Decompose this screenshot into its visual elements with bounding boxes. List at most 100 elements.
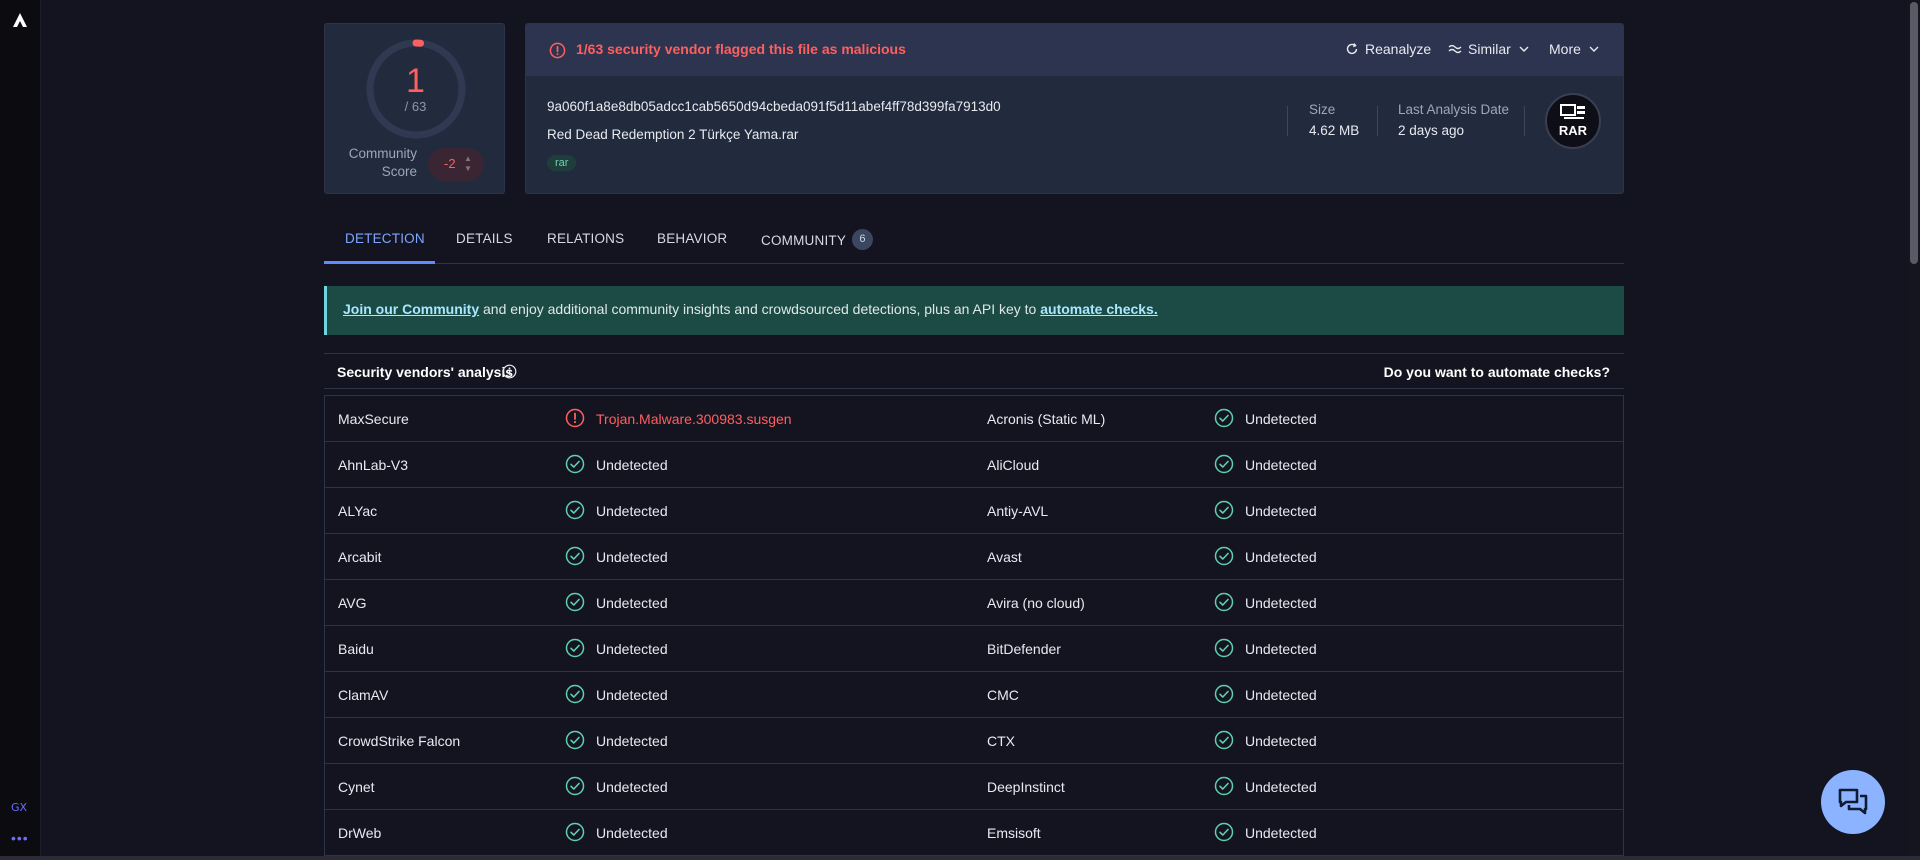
meta-divider xyxy=(1287,106,1288,136)
vendor-result: Undetected xyxy=(596,825,668,841)
vendor-row: ClamAV Undetected CMC Undetected xyxy=(325,672,1623,718)
vendor-result: Undetected xyxy=(1245,503,1317,519)
check-circle-icon xyxy=(565,638,585,658)
tab-details[interactable]: DETAILS xyxy=(456,231,513,263)
size-label: Size xyxy=(1309,102,1336,117)
vendor-result: Undetected xyxy=(1245,641,1317,657)
vendor-row: DrWeb Undetected Emsisoft Undetected xyxy=(325,810,1623,856)
file-name: Red Dead Redemption 2 Türkçe Yama.rar xyxy=(547,127,799,142)
vendor-result: Undetected xyxy=(1245,733,1317,749)
vendor-name: DrWeb xyxy=(338,825,382,841)
more-dots-icon[interactable]: ••• xyxy=(11,831,29,845)
vendors-table: MaxSecure Trojan.Malware.300983.susgen Acr… xyxy=(324,395,1624,860)
vendor-result: Undetected xyxy=(1245,549,1317,565)
tab-behavior[interactable]: BEHAVIOR xyxy=(657,231,727,263)
chat-button[interactable] xyxy=(1821,770,1885,834)
file-hash[interactable]: 9a060f1a8e8db05adcc1cab5650d94cbeda091f5… xyxy=(547,99,1001,114)
total-vendors: / 63 xyxy=(404,99,427,114)
check-circle-icon xyxy=(565,546,585,566)
vendor-name: ClamAV xyxy=(338,687,389,703)
vendor-name: CrowdStrike Falcon xyxy=(338,733,461,749)
file-type-badge: RAR xyxy=(1545,93,1601,149)
automate-checks-link[interactable]: automate checks. xyxy=(1040,301,1158,317)
tab-detection[interactable]: DETECTION xyxy=(345,231,425,263)
info-icon[interactable] xyxy=(502,364,517,379)
banner-middle-text: and enjoy additional community insights … xyxy=(479,301,1041,317)
check-circle-icon xyxy=(1214,822,1234,842)
check-circle-icon xyxy=(1214,684,1234,704)
vendor-result: Undetected xyxy=(596,779,668,795)
tab-community[interactable]: COMMUNITY 6 xyxy=(761,229,874,263)
archive-icon xyxy=(1560,104,1585,119)
vendor-row: CrowdStrike Falcon Undetected CTX Undetecte… xyxy=(325,718,1623,764)
last-analysis-value: 2 days ago xyxy=(1398,123,1465,138)
check-circle-icon xyxy=(1214,546,1234,566)
check-circle-icon xyxy=(565,684,585,704)
detection-score-card: 1 / 63 Community Score -2 ▲ ▼ xyxy=(324,23,505,194)
size-value: 4.62 MB xyxy=(1309,123,1360,138)
check-circle-icon xyxy=(565,776,585,796)
vendor-result[interactable]: Trojan.Malware.300983.susgen xyxy=(596,411,792,427)
vendor-result: Undetected xyxy=(596,595,668,611)
page-bottom-edge xyxy=(0,856,1920,860)
file-alert-header: 1/63 security vendor flagged this file a… xyxy=(526,24,1623,76)
more-dropdown[interactable]: More xyxy=(1549,41,1601,57)
check-circle-icon xyxy=(565,730,585,750)
community-score-stepper[interactable]: -2 ▲ ▼ xyxy=(428,148,484,181)
check-circle-icon xyxy=(1214,730,1234,750)
vendor-result: Undetected xyxy=(596,503,668,519)
similar-dropdown[interactable]: Similar xyxy=(1448,41,1531,57)
automate-checks-link[interactable]: Do you want to automate checks? xyxy=(1384,364,1610,380)
tab-relations[interactable]: RELATIONS xyxy=(547,231,624,263)
vendor-name: Avast xyxy=(987,549,1022,565)
vendor-name: MaxSecure xyxy=(338,411,409,427)
vendor-result: Undetected xyxy=(596,733,668,749)
check-circle-icon xyxy=(1214,408,1234,428)
vendor-result: Undetected xyxy=(1245,595,1317,611)
vendor-name: Antiy-AVL xyxy=(987,503,1049,519)
check-circle-icon xyxy=(565,592,585,612)
vendor-name: BitDefender xyxy=(987,641,1061,657)
vendor-row: Cynet Undetected DeepInstinct Undetected xyxy=(325,764,1623,810)
active-tab-indicator xyxy=(324,261,435,264)
report-tabs: DETECTION DETAILS RELATIONS BEHAVIOR COM… xyxy=(324,225,1624,264)
scrollbar-thumb[interactable] xyxy=(1910,2,1918,264)
vendor-row: Arcabit Undetected Avast Undetected xyxy=(325,534,1623,580)
vendor-result: Undetected xyxy=(596,641,668,657)
alert-circle-icon xyxy=(549,42,566,59)
detections-count: 1 xyxy=(406,62,425,100)
vendor-name: CMC xyxy=(987,687,1019,703)
vendor-result: Undetected xyxy=(596,549,668,565)
check-circle-icon xyxy=(1214,500,1234,520)
page-scrollbar[interactable] xyxy=(1907,0,1920,860)
vendor-result: Undetected xyxy=(1245,779,1317,795)
vendor-name: DeepInstinct xyxy=(987,779,1065,795)
community-score-value: -2 xyxy=(444,156,456,171)
check-circle-icon xyxy=(1214,592,1234,612)
similar-icon xyxy=(1448,44,1462,54)
malicious-alert-text: 1/63 security vendor flagged this file a… xyxy=(576,41,906,57)
browser-sidebar: GX ••• xyxy=(0,0,41,860)
tab-community-label: COMMUNITY xyxy=(761,233,847,249)
reanalyze-label: Reanalyze xyxy=(1365,41,1432,57)
file-tag[interactable]: rar xyxy=(547,155,577,171)
vote-arrows-icon[interactable]: ▲ ▼ xyxy=(464,154,472,174)
app-logo-icon[interactable] xyxy=(11,11,29,29)
join-community-link[interactable]: Join our Community xyxy=(343,301,479,317)
banner-text: Join our Community and enjoy additional … xyxy=(343,301,1158,317)
similar-label: Similar xyxy=(1468,41,1511,57)
meta-divider xyxy=(1377,106,1378,136)
file-summary-card: 1/63 security vendor flagged this file a… xyxy=(525,23,1624,194)
reanalyze-button[interactable]: Reanalyze xyxy=(1345,41,1431,57)
vendor-name: ALYac xyxy=(338,503,378,519)
chevron-down-icon xyxy=(1589,46,1599,52)
chat-icon xyxy=(1838,788,1868,815)
check-circle-icon xyxy=(565,822,585,842)
vendor-result: Undetected xyxy=(1245,687,1317,703)
vendor-name: Acronis (Static ML) xyxy=(987,411,1106,427)
vendor-result: Undetected xyxy=(596,457,668,473)
last-analysis-label: Last Analysis Date xyxy=(1398,102,1510,117)
vendor-name: AhnLab-V3 xyxy=(338,457,409,473)
gx-label[interactable]: GX xyxy=(11,801,27,814)
vendor-result: Undetected xyxy=(1245,457,1317,473)
